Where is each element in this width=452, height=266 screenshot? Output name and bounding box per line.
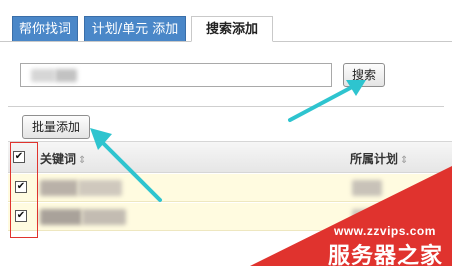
watermark-url: www.zzvips.com [334,224,436,238]
watermark-title: 服务器之家 [328,244,444,266]
tab-search-add[interactable]: 搜索添加 [191,16,273,42]
